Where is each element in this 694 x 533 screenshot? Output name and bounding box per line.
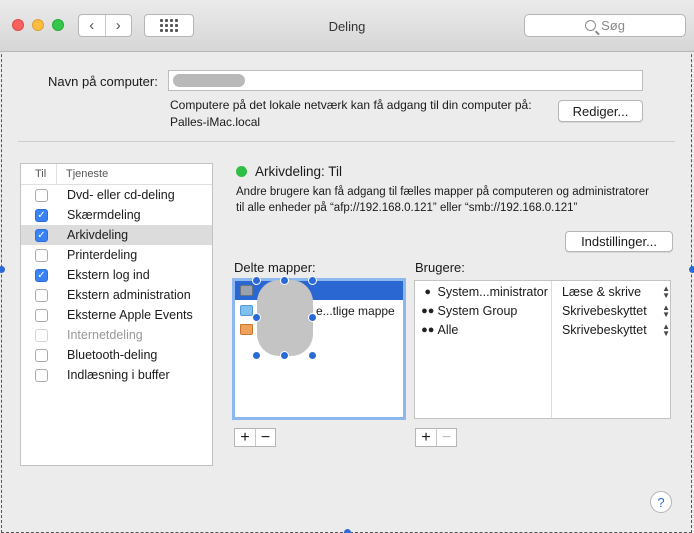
remove-user-button[interactable]: − — [436, 429, 456, 446]
user-name: System Group — [437, 303, 518, 318]
service-label: Eksterne Apple Events — [67, 308, 193, 322]
shape-handle[interactable] — [308, 351, 317, 360]
user-permission[interactable]: Skrivebeskyttet — [556, 304, 662, 318]
description-line-1: Andre brugere kan få adgang til fælles m… — [236, 186, 649, 198]
shape-handle[interactable] — [252, 351, 261, 360]
search-icon — [585, 20, 597, 31]
title-bar: ‹ › Deling Søg — [0, 0, 694, 52]
service-label: Indlæsning i buffer — [67, 368, 170, 382]
user-permission[interactable]: Skrivebeskyttet — [556, 323, 662, 337]
redacted-computer-name — [173, 74, 245, 87]
user-row[interactable]: ●● Alle Skrivebeskyttet ▲ ▼ — [415, 320, 670, 339]
service-label: Ekstern administration — [67, 288, 191, 302]
service-label: Internetdeling — [67, 328, 143, 342]
user-name: System...ministrator — [437, 284, 548, 299]
stepper-icon[interactable]: ▲ ▼ — [662, 322, 670, 337]
service-row[interactable]: Dvd- eller cd-deling — [21, 185, 212, 205]
network-info-text: Computere på det lokale netværk kan få a… — [170, 98, 532, 112]
status-title: Arkivdeling: Til — [255, 164, 343, 179]
service-row[interactable]: Internetdeling — [21, 325, 212, 345]
service-checkbox[interactable] — [35, 308, 48, 322]
service-checkbox — [35, 328, 48, 342]
shape-handle[interactable] — [280, 351, 289, 360]
users-label: Brugere: — [415, 260, 465, 275]
shape-handle[interactable] — [280, 276, 289, 285]
search-field[interactable]: Søg — [524, 14, 686, 37]
user-icon: ● — [424, 285, 432, 298]
service-row[interactable]: ✓ Ekstern log ind — [21, 265, 212, 285]
service-checkbox[interactable] — [35, 348, 48, 362]
service-checkbox[interactable] — [35, 288, 48, 302]
help-button[interactable]: ? — [650, 491, 672, 513]
service-label: Bluetooth-deling — [67, 348, 158, 362]
edit-button[interactable]: Rediger... — [558, 100, 643, 122]
remove-folder-button[interactable]: − — [255, 429, 275, 446]
stepper-icon[interactable]: ▲ ▼ — [662, 303, 670, 318]
service-label: Ekstern log ind — [67, 268, 150, 282]
service-label: Printerdeling — [67, 248, 138, 262]
computer-name-label: Navn på computer: — [48, 74, 158, 89]
frame-handle-bottom[interactable] — [344, 529, 351, 533]
add-user-button[interactable]: + — [416, 429, 436, 446]
shape-handle[interactable] — [308, 276, 317, 285]
everyone-icon: ●● — [421, 323, 435, 336]
shape-handle[interactable] — [252, 313, 261, 322]
local-hostname: Palles-iMac.local — [170, 115, 261, 129]
user-row[interactable]: ●● System Group Skrivebeskyttet ▲ ▼ — [415, 301, 670, 320]
service-checkbox[interactable]: ✓ — [35, 208, 48, 222]
service-label: Skærmdeling — [67, 208, 141, 222]
status-indicator — [236, 166, 247, 177]
service-row[interactable]: ✓ Skærmdeling — [21, 205, 212, 225]
service-checkbox[interactable] — [35, 248, 48, 262]
service-checkbox[interactable] — [35, 188, 48, 202]
service-checkbox[interactable]: ✓ — [35, 228, 48, 242]
service-checkbox[interactable]: ✓ — [35, 268, 48, 282]
computer-name-input[interactable] — [168, 70, 643, 91]
divider — [18, 141, 675, 142]
service-row[interactable]: Eksterne Apple Events — [21, 305, 212, 325]
service-checkbox[interactable] — [35, 368, 48, 382]
column-header-on[interactable]: Til — [21, 164, 57, 184]
service-row[interactable]: Ekstern administration — [21, 285, 212, 305]
shape-handle[interactable] — [252, 276, 261, 285]
public-folder-icon — [240, 305, 253, 316]
folder-label: e...tlige mappe — [316, 303, 395, 318]
services-header: Til Tjeneste — [21, 164, 212, 185]
search-placeholder: Søg — [601, 18, 625, 33]
service-row[interactable]: Printerdeling — [21, 245, 212, 265]
user-name: Alle — [437, 322, 459, 337]
shared-folders-label: Delte mapper: — [234, 260, 316, 275]
user-add-remove: + − — [415, 428, 457, 447]
service-row[interactable]: ✓ Arkivdeling — [21, 225, 212, 245]
frame-handle-left[interactable] — [0, 266, 5, 273]
add-folder-button[interactable]: + — [235, 429, 255, 446]
home-folder-icon — [240, 324, 253, 335]
redaction-shape[interactable] — [257, 280, 313, 356]
shape-handle[interactable] — [308, 313, 317, 322]
stepper-icon[interactable]: ▲ ▼ — [662, 284, 670, 299]
service-row[interactable]: Bluetooth-deling — [21, 345, 212, 365]
column-header-service[interactable]: Tjeneste — [57, 164, 108, 184]
service-label: Arkivdeling — [67, 228, 129, 242]
folder-add-remove: + − — [234, 428, 276, 447]
users-list[interactable]: ● System...ministrator Læse & skrive ▲ ▼ … — [414, 280, 671, 419]
description-line-2: til alle enheder på “afp://192.168.0.121… — [236, 202, 578, 214]
options-button[interactable]: Indstillinger... — [565, 231, 673, 252]
group-icon: ●● — [421, 304, 435, 317]
user-permission[interactable]: Læse & skrive — [556, 285, 662, 299]
user-row[interactable]: ● System...ministrator Læse & skrive ▲ ▼ — [415, 282, 670, 301]
service-row[interactable]: Indlæsning i buffer — [21, 365, 212, 385]
service-label: Dvd- eller cd-deling — [67, 188, 175, 202]
frame-handle-right[interactable] — [689, 266, 694, 273]
services-list: Til Tjeneste Dvd- eller cd-deling ✓ Skærmd… — [20, 163, 213, 466]
hard-drive-icon — [240, 285, 253, 296]
